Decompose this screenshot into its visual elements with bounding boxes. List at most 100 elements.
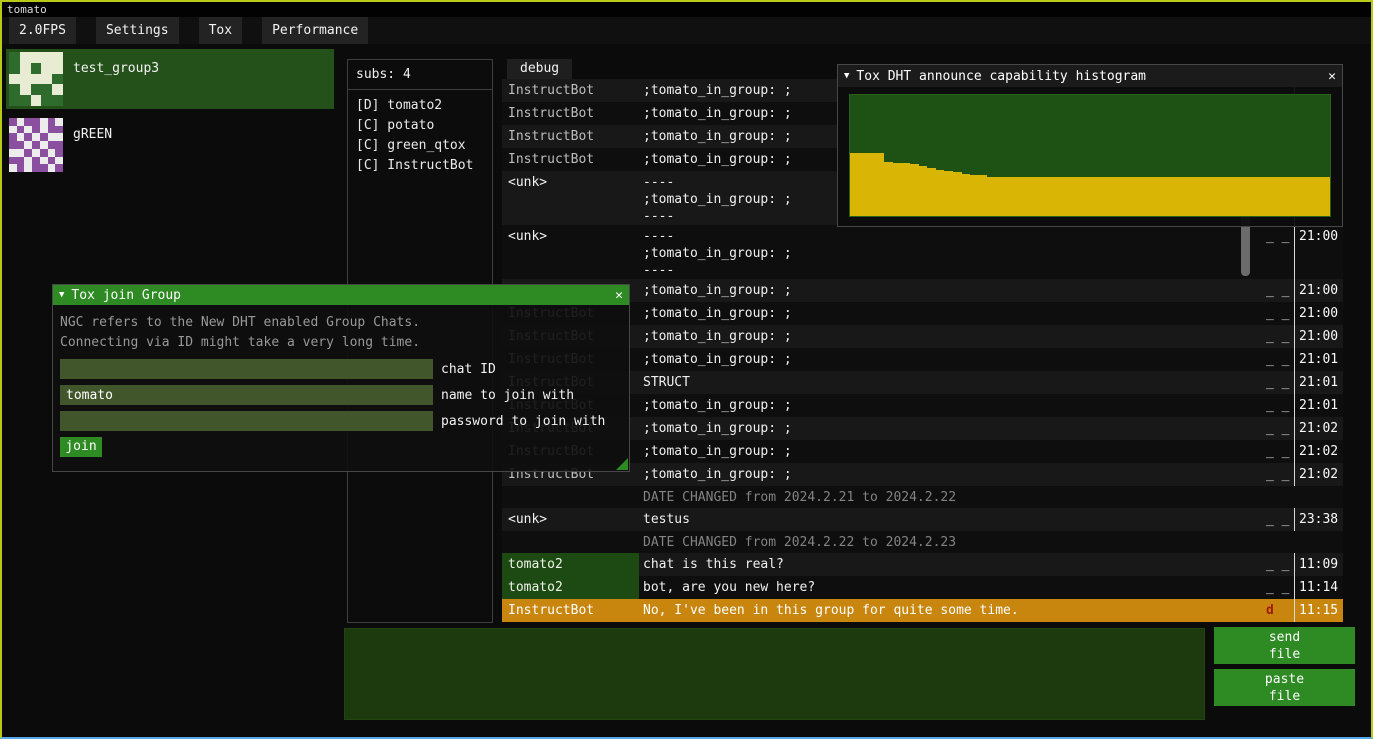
tab-debug[interactable]: debug (507, 59, 572, 79)
histogram-bar (1296, 177, 1305, 216)
chat-row[interactable]: <unk>testus_ _23:38 (502, 508, 1343, 531)
chat-date-row[interactable]: DATE CHANGED from 2024.2.21 to 2024.2.22 (502, 486, 1343, 508)
menu-item-tox[interactable]: Tox (199, 17, 242, 44)
separator (348, 89, 492, 90)
histogram-bar (1287, 177, 1296, 216)
histogram-bar (919, 166, 928, 216)
chat-row[interactable]: <unk>---- ;tomato_in_group: ; ----_ _21:… (502, 225, 1343, 279)
join-group-dialog: ▼ Tox join Group ✕ NGC refers to the New… (52, 284, 630, 472)
histogram-bar (893, 163, 902, 216)
chat-sender: InstructBot (502, 148, 639, 171)
close-icon[interactable]: ✕ (615, 288, 623, 303)
join-input-chat-ID[interactable] (60, 359, 433, 379)
chat-time: 21:02 (1294, 463, 1343, 486)
group-list: test_group3 gREEN (6, 49, 334, 181)
chat-flags: _ _ (1259, 553, 1294, 576)
send-file-button[interactable]: send file (1214, 627, 1355, 664)
chat-sender: InstructBot (502, 599, 639, 622)
member-item[interactable]: [D] tomato2 (356, 96, 484, 116)
group-avatar (9, 52, 63, 106)
menubar: 2.0FPS SettingsToxPerformance (2, 17, 1371, 44)
chat-flags: _ _ (1259, 417, 1294, 440)
histogram-bar (1056, 177, 1065, 216)
chat-sender: InstructBot (502, 79, 639, 102)
member-item[interactable]: [C] InstructBot (356, 156, 484, 176)
chat-message: ;tomato_in_group: ; (639, 279, 1259, 302)
histogram-bar (901, 163, 910, 216)
histogram-bar (1236, 177, 1245, 216)
chat-message: bot, are you new here? (639, 576, 1259, 599)
window-titlebar[interactable]: tomato (2, 2, 1371, 17)
group-item-test_group3[interactable]: test_group3 (6, 49, 334, 109)
chat-sender: InstructBot (502, 125, 639, 148)
chat-row[interactable]: InstructBotNo, I've been in this group f… (502, 599, 1343, 622)
histogram-bar (1064, 177, 1073, 216)
chat-sender: tomato2 (502, 576, 639, 599)
histogram-bar (970, 175, 979, 216)
histogram-bar (1082, 177, 1091, 216)
histogram-bar (1142, 177, 1151, 216)
chat-time: 11:14 (1294, 576, 1343, 599)
join-input-name-to-join-with[interactable] (60, 385, 433, 405)
histogram-bar (962, 174, 971, 216)
histogram-bar (936, 170, 945, 216)
chat-time: 11:15 (1294, 599, 1343, 622)
histogram-bar (1185, 177, 1194, 216)
collapse-icon[interactable]: ▼ (59, 290, 64, 300)
chat-time: 21:01 (1294, 394, 1343, 417)
message-input[interactable] (344, 628, 1205, 720)
menu-item-settings[interactable]: Settings (96, 17, 179, 44)
join-field-label: name to join with (441, 388, 574, 403)
paste-file-button[interactable]: paste file (1214, 669, 1355, 706)
chat-flags: _ _ (1259, 440, 1294, 463)
histogram-bar (1013, 177, 1022, 216)
group-avatar (9, 118, 63, 172)
member-item[interactable]: [C] potato (356, 116, 484, 136)
histogram-bar (1090, 177, 1099, 216)
chat-message: ;tomato_in_group: ; (639, 325, 1259, 348)
chat-time: 21:02 (1294, 440, 1343, 463)
histogram-bar (1262, 177, 1271, 216)
histogram-bar (1107, 177, 1116, 216)
histogram-bar (944, 171, 953, 216)
join-button[interactable]: join (60, 437, 102, 457)
join-dialog-info: NGC refers to the New DHT enabled Group … (60, 313, 622, 353)
chat-message: STRUCT (639, 371, 1259, 394)
chat-message: ;tomato_in_group: ; (639, 394, 1259, 417)
join-dialog-titlebar[interactable]: ▼ Tox join Group ✕ (53, 285, 629, 305)
histogram-bar (1202, 177, 1211, 216)
window-title: tomato (7, 3, 47, 16)
histogram-bar (927, 168, 936, 216)
chat-flags: _ _ (1259, 463, 1294, 486)
member-item[interactable]: [C] green_qtox (356, 136, 484, 156)
join-dialog-title: Tox join Group (71, 288, 181, 303)
chat-message: ;tomato_in_group: ; (639, 302, 1259, 325)
histogram-titlebar[interactable]: ▼ Tox DHT announce capability histogram … (838, 65, 1342, 87)
collapse-icon[interactable]: ▼ (844, 71, 849, 81)
histogram-bar (1279, 177, 1288, 216)
histogram-bar (996, 177, 1005, 216)
chat-flags: _ _ (1259, 325, 1294, 348)
histogram-title: Tox DHT announce capability histogram (856, 69, 1146, 84)
histogram-bar (1253, 177, 1262, 216)
join-input-password-to-join-with[interactable] (60, 411, 433, 431)
menu-item-performance[interactable]: Performance (262, 17, 368, 44)
histogram-bar (1227, 177, 1236, 216)
resize-grip[interactable] (616, 458, 628, 470)
close-icon[interactable]: ✕ (1328, 69, 1336, 84)
histogram-bar (987, 177, 996, 216)
group-label: test_group3 (73, 52, 159, 76)
histogram-bar (1159, 177, 1168, 216)
chat-time: 21:00 (1294, 302, 1343, 325)
chat-time: 21:01 (1294, 371, 1343, 394)
histogram-bar (1270, 177, 1279, 216)
chat-row[interactable]: tomato2bot, are you new here?_ _11:14 (502, 576, 1343, 599)
join-dialog-info-line: NGC refers to the New DHT enabled Group … (60, 313, 622, 333)
chat-flags: _ _ (1259, 225, 1294, 279)
chat-row[interactable]: tomato2chat is this real?_ _11:09 (502, 553, 1343, 576)
group-item-gREEN[interactable]: gREEN (6, 115, 334, 175)
histogram-bar (876, 153, 885, 216)
histogram-bar (1150, 177, 1159, 216)
chat-date-row[interactable]: DATE CHANGED from 2024.2.22 to 2024.2.23 (502, 531, 1343, 553)
chat-flags: _ _ (1259, 302, 1294, 325)
